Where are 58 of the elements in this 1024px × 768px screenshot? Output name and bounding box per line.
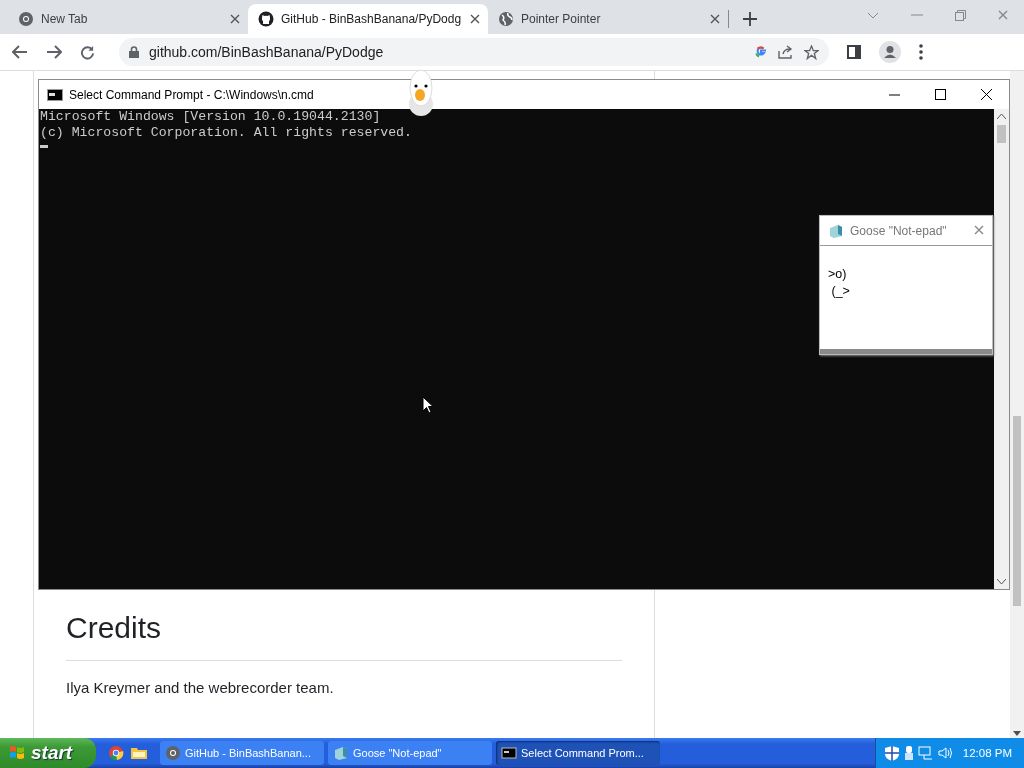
cmd-icon bbox=[501, 745, 517, 761]
arrow-up-icon[interactable] bbox=[997, 114, 1006, 119]
globe-icon bbox=[498, 11, 514, 27]
lock-icon bbox=[129, 46, 139, 58]
section-heading: Credits bbox=[66, 608, 622, 661]
close-icon[interactable] bbox=[230, 14, 240, 24]
plus-icon[interactable] bbox=[743, 12, 757, 26]
close-icon bbox=[980, 89, 992, 100]
chevron-down-icon[interactable] bbox=[867, 11, 879, 19]
folder-icon[interactable] bbox=[130, 745, 148, 761]
console-line: (c) Microsoft Corporation. All rights reserved. bbox=[40, 125, 413, 141]
scrollbar-thumb[interactable] bbox=[1013, 416, 1021, 606]
network-icon[interactable] bbox=[918, 745, 934, 761]
scrollbar[interactable] bbox=[1010, 71, 1024, 738]
taskbar-button[interactable]: Goose "Not-epad" bbox=[328, 741, 492, 765]
taskbar-button[interactable]: GitHub - BinBashBanan... bbox=[160, 741, 324, 765]
back-icon[interactable] bbox=[12, 45, 28, 59]
arrow-down-icon[interactable] bbox=[1013, 731, 1021, 736]
browser-tab[interactable]: New Tab bbox=[8, 4, 248, 34]
window-title: Goose "Not-epad" bbox=[850, 223, 947, 238]
minimize-icon bbox=[888, 93, 900, 96]
cmd-icon bbox=[47, 88, 63, 101]
reload-icon[interactable] bbox=[80, 44, 95, 60]
notepad-icon bbox=[333, 745, 349, 761]
clock[interactable]: 12:08 PM bbox=[962, 747, 1012, 759]
star-icon[interactable] bbox=[804, 44, 819, 60]
window-title: Select Command Prompt - C:\Windows\n.cmd bbox=[69, 87, 314, 102]
console-line: Microsoft Windows [Version 10.0.19044.2130] bbox=[40, 109, 382, 125]
address-bar[interactable]: github.com/BinBashBanana/PyDodge bbox=[119, 38, 829, 66]
notepad-icon bbox=[828, 222, 844, 239]
restore-icon[interactable] bbox=[955, 9, 966, 21]
notepad-line: (_> bbox=[830, 283, 851, 300]
more-icon[interactable] bbox=[919, 44, 923, 60]
scrollbar[interactable] bbox=[994, 109, 1009, 589]
url-text: github.com/BinBashBanana/PyDodge bbox=[149, 44, 385, 60]
arrow-down-icon[interactable] bbox=[997, 579, 1006, 584]
side-panel-icon[interactable] bbox=[847, 45, 861, 59]
flag-icon bbox=[8, 744, 26, 762]
browser-tab[interactable]: Pointer Pointer bbox=[488, 4, 728, 34]
shield-icon[interactable] bbox=[884, 744, 900, 762]
volume-icon[interactable] bbox=[938, 746, 954, 760]
text-cursor bbox=[40, 145, 48, 148]
close-icon[interactable] bbox=[710, 14, 720, 24]
mouse-pointer-icon bbox=[422, 396, 434, 414]
taskbar-button[interactable]: Select Command Prom... bbox=[496, 741, 660, 765]
credits-text: Ilya Kreymer and the webrecorder team. bbox=[66, 679, 335, 696]
profile-icon[interactable] bbox=[879, 41, 901, 63]
scrollbar-thumb[interactable] bbox=[997, 125, 1006, 143]
forward-icon[interactable] bbox=[46, 45, 62, 59]
start-button[interactable]: start bbox=[0, 738, 96, 768]
browser-tab[interactable]: GitHub - BinBashBanana/PyDodg bbox=[248, 4, 488, 34]
close-icon[interactable] bbox=[470, 14, 480, 24]
maximize-icon bbox=[934, 89, 946, 100]
close-icon[interactable] bbox=[974, 224, 984, 235]
google-icon[interactable] bbox=[754, 45, 768, 59]
share-icon[interactable] bbox=[778, 45, 794, 59]
device-icon[interactable] bbox=[904, 745, 914, 761]
notepad-line: >o) bbox=[828, 266, 848, 283]
